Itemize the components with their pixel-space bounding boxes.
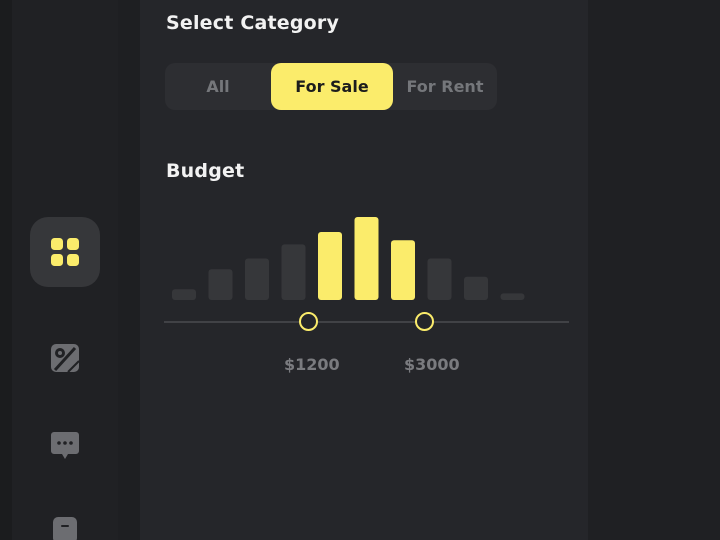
- category-for-rent-button[interactable]: For Rent: [393, 63, 497, 110]
- category-all-button[interactable]: All: [165, 63, 271, 110]
- screen: Select Category All For Sale For Rent Bu…: [0, 0, 720, 540]
- histogram-bar: [208, 269, 233, 300]
- sidebar-item-map[interactable]: [44, 337, 86, 379]
- budget-max-handle[interactable]: [415, 312, 434, 331]
- map-icon: [51, 344, 80, 373]
- histogram-bar: [354, 217, 379, 300]
- sidebar-item-messages[interactable]: [44, 424, 86, 466]
- grid-icon: [51, 238, 79, 266]
- budget-max-label: $3000: [404, 355, 460, 374]
- budget-min-label: $1200: [284, 355, 340, 374]
- select-category-title: Select Category: [166, 12, 340, 34]
- histogram-bar: [318, 231, 342, 300]
- sidebar-item-dashboard[interactable]: [30, 217, 100, 287]
- histogram-bar: [427, 258, 452, 300]
- histogram-bar: [245, 258, 269, 300]
- histogram-bar: [464, 276, 488, 300]
- histogram-bar: [500, 293, 525, 300]
- budget-min-handle[interactable]: [299, 312, 318, 331]
- sidebar: [0, 0, 118, 540]
- profile-icon: [53, 517, 77, 540]
- sidebar-edge: [0, 0, 12, 540]
- category-for-sale-button[interactable]: For Sale: [271, 63, 393, 110]
- sidebar-item-profile[interactable]: [44, 509, 86, 540]
- background-area: [588, 0, 720, 540]
- chat-icon: [51, 432, 79, 459]
- category-segmented-control: All For Sale For Rent: [165, 63, 497, 110]
- histogram-bar: [172, 289, 196, 300]
- histogram-bar: [281, 244, 306, 300]
- budget-slider-track[interactable]: [164, 321, 569, 323]
- histogram-bar: [391, 240, 415, 300]
- budget-title: Budget: [166, 160, 245, 182]
- budget-histogram: [172, 217, 525, 300]
